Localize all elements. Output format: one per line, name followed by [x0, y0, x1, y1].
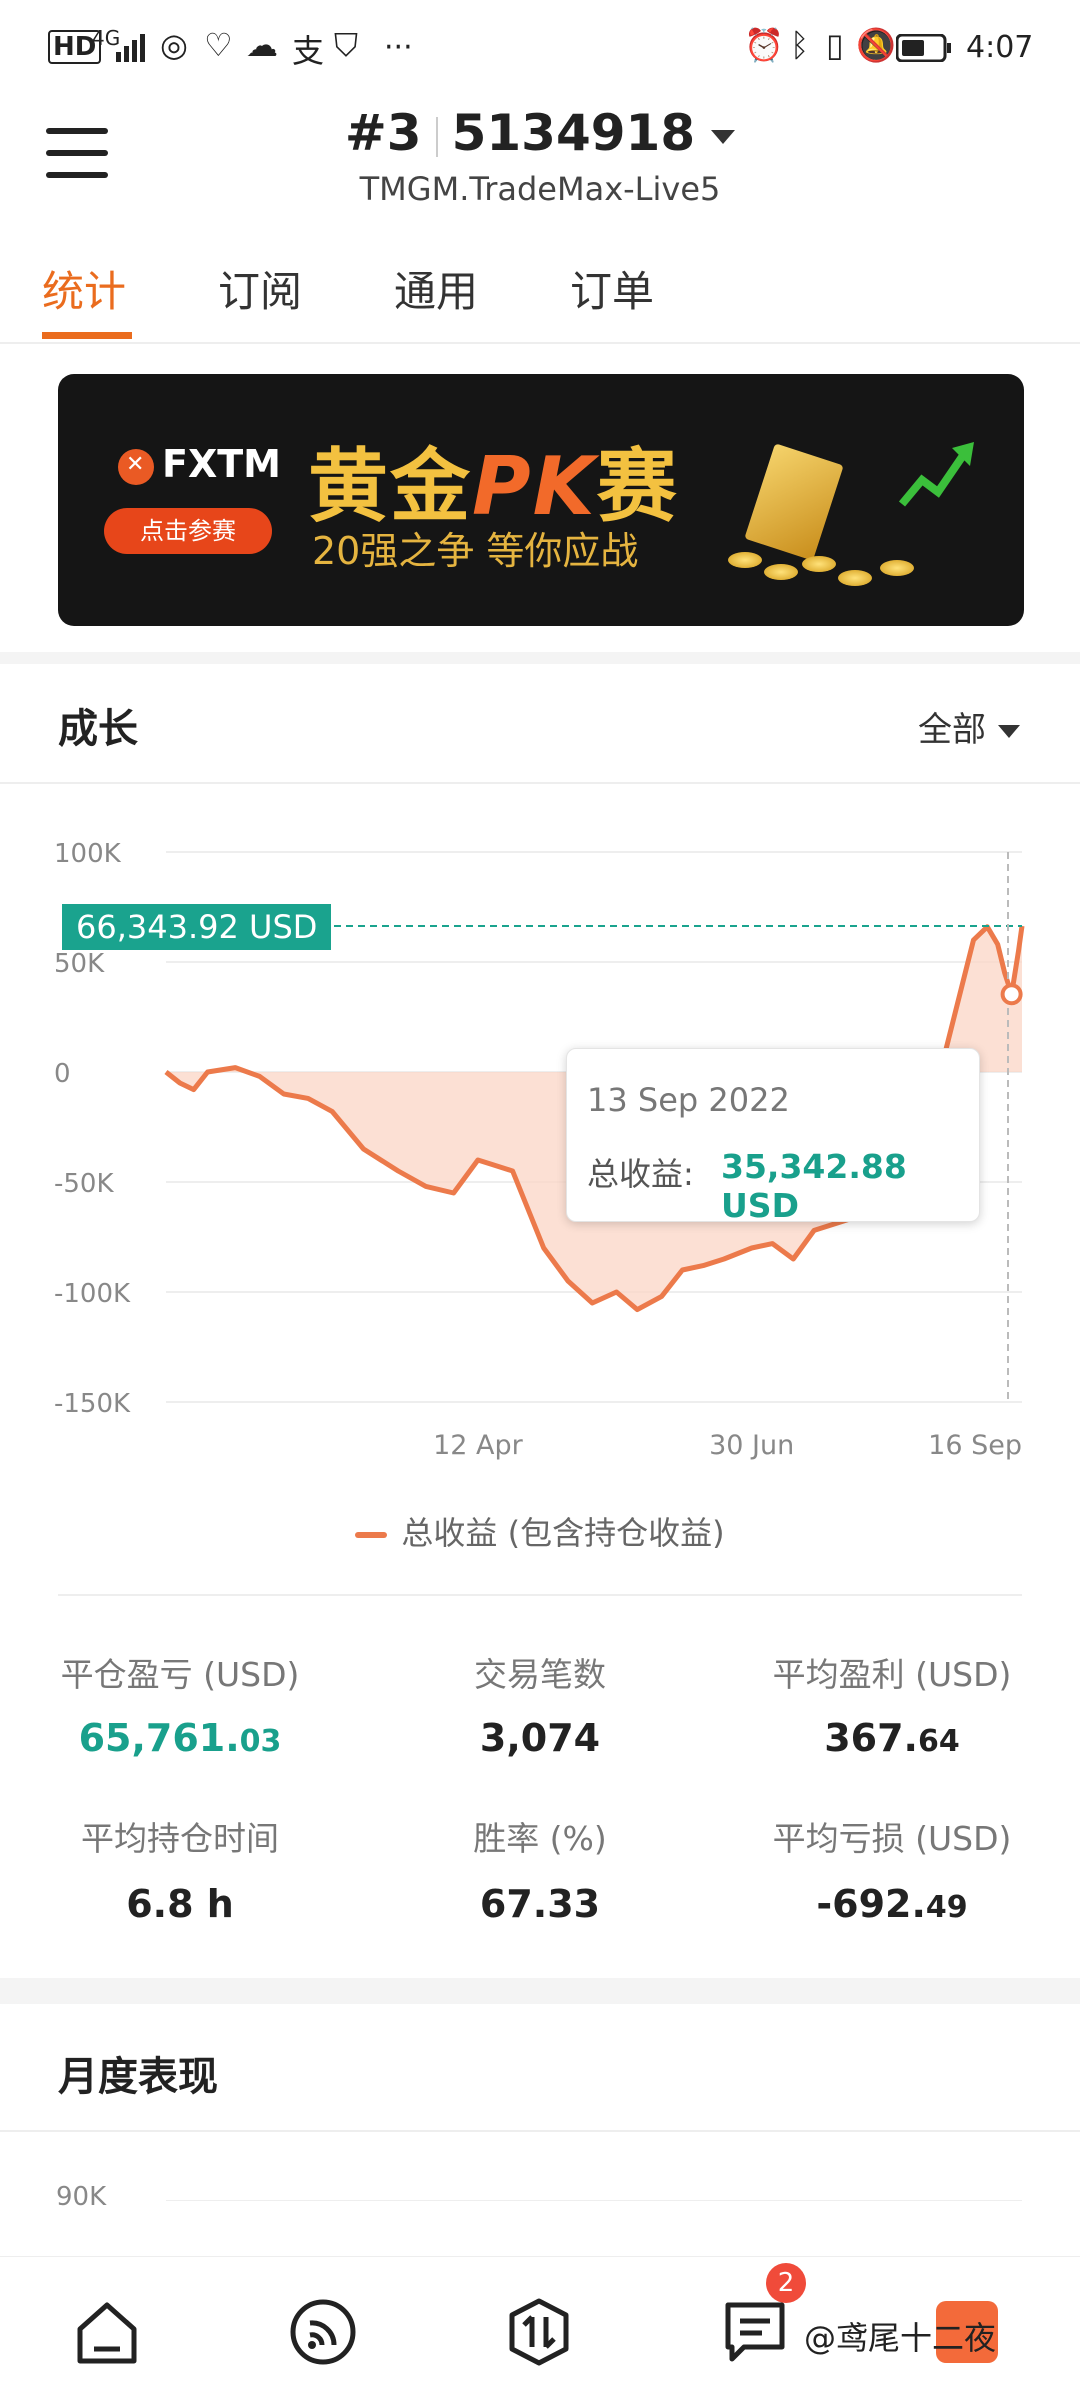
coin-image — [838, 570, 872, 586]
stat-label: 平均持仓时间 — [81, 1819, 279, 1858]
status-bar: HD 4G ◎ ♡ ☁ 支 ⛉ ··· ⏰ ᛒ ▯ 🔕 4:07 — [0, 0, 1080, 96]
active-tab-indicator — [42, 332, 132, 339]
stat-value: 3,074 — [479, 1716, 601, 1760]
tab-general[interactable]: 通用 — [394, 258, 478, 319]
watermark: @鸢尾十二夜 — [804, 2319, 997, 2357]
x-tick-label: 30 Jun — [709, 1430, 794, 1461]
tooltip-date: 13 Sep 2022 — [587, 1081, 790, 1119]
coin-image — [728, 552, 762, 568]
bluetooth-icon: ᛒ — [790, 26, 810, 64]
account-number: 5134918 — [451, 104, 696, 162]
promo-banner[interactable]: FXTM 点击参赛 黄金PK赛 20强之争 等你应战 — [58, 374, 1024, 626]
trade-icon[interactable] — [504, 2297, 574, 2367]
fxtm-logo: FXTM — [118, 442, 281, 486]
stat-label: 胜率 (%) — [473, 1819, 607, 1858]
account-index: #3 — [344, 104, 422, 162]
gold-bar-image — [744, 443, 844, 561]
mute-icon: 🔕 — [856, 26, 896, 64]
tab-statistics[interactable]: 统计 — [42, 258, 126, 319]
join-button[interactable]: 点击参赛 — [104, 508, 272, 554]
shield-icon: ⛉ — [334, 26, 359, 64]
gridline — [166, 2200, 1022, 2201]
home-icon[interactable] — [72, 2297, 142, 2367]
coin-image — [802, 556, 836, 572]
app-icon: ◎ — [160, 26, 188, 64]
growth-arrow-icon — [898, 442, 974, 507]
section-title-monthly: 月度表现 — [58, 2054, 218, 2100]
y-tick-label: -150K — [54, 1389, 131, 1419]
stat-value: 67.33 — [479, 1882, 601, 1926]
stat-label: 平均盈利 (USD) — [772, 1655, 1012, 1694]
chart-legend: 总收益 (包含持仓收益) — [0, 1508, 1080, 1554]
account-selector[interactable]: #3 5134918 — [0, 104, 1080, 162]
messages-icon[interactable] — [720, 2297, 790, 2367]
fxtm-logo-icon — [118, 448, 154, 485]
vibrate-icon: ▯ — [826, 26, 844, 64]
stat-label: 交易笔数 — [474, 1655, 606, 1694]
stat-value: 6.8 h — [126, 1882, 234, 1926]
more-icon: ··· — [384, 30, 413, 65]
legend-line-icon — [355, 1532, 388, 1538]
chevron-down-icon — [711, 129, 736, 144]
server-name: TMGM.TradeMax-Live5 — [359, 170, 721, 208]
clock: 4:07 — [966, 30, 1034, 65]
coin-image — [764, 564, 798, 580]
wechat-icon: ☁ — [246, 26, 278, 64]
stat-label: 平仓盈亏 (USD) — [60, 1655, 300, 1694]
signal-icon — [116, 34, 145, 62]
y-tick-label: -50K — [54, 1169, 114, 1199]
alarm-icon: ⏰ — [744, 26, 784, 64]
y-tick-label: 100K — [54, 839, 122, 869]
tab-subscribe[interactable]: 订阅 — [218, 258, 302, 319]
period-filter[interactable]: 全部 — [918, 702, 1020, 751]
chart-tooltip: 13 Sep 2022 总收益: 35,342.88 USD — [566, 1048, 980, 1225]
unread-badge: 2 — [766, 2263, 806, 2303]
bottom-navigation: 2 @鸢尾十二夜 — [0, 2256, 1080, 2401]
feed-icon[interactable] — [288, 2297, 358, 2367]
stat-value: -692.49 — [816, 1882, 968, 1926]
tooltip-value: 35,342.88 USD — [721, 1147, 907, 1225]
chevron-down-icon — [998, 725, 1020, 738]
stat-value: 367.64 — [824, 1716, 960, 1760]
x-tick-label: 12 Apr — [433, 1430, 524, 1461]
stat-value: 65,761.03 — [78, 1716, 282, 1760]
tab-orders[interactable]: 订单 — [570, 258, 654, 319]
hover-point — [1000, 983, 1023, 1006]
y-tick-label: -100K — [54, 1279, 131, 1309]
stat-label: 平均亏损 (USD) — [772, 1819, 1012, 1858]
tooltip-label: 总收益: — [587, 1155, 694, 1193]
y-tick-label: 50K — [54, 949, 105, 979]
x-tick-label: 16 Sep — [928, 1430, 1022, 1461]
monthly-axis-tick: 90K — [56, 2182, 107, 2212]
y-tick-label: 0 — [54, 1059, 71, 1089]
battery-icon — [896, 34, 951, 62]
section-title-growth: 成长 — [58, 706, 138, 752]
banner-subtitle: 20强之争 等你应战 — [312, 529, 639, 573]
coin-image — [880, 560, 914, 576]
heart-icon: ♡ — [204, 26, 233, 64]
current-value-badge: 66,343.92 USD — [62, 904, 332, 950]
alipay-icon: 支 — [292, 32, 325, 70]
